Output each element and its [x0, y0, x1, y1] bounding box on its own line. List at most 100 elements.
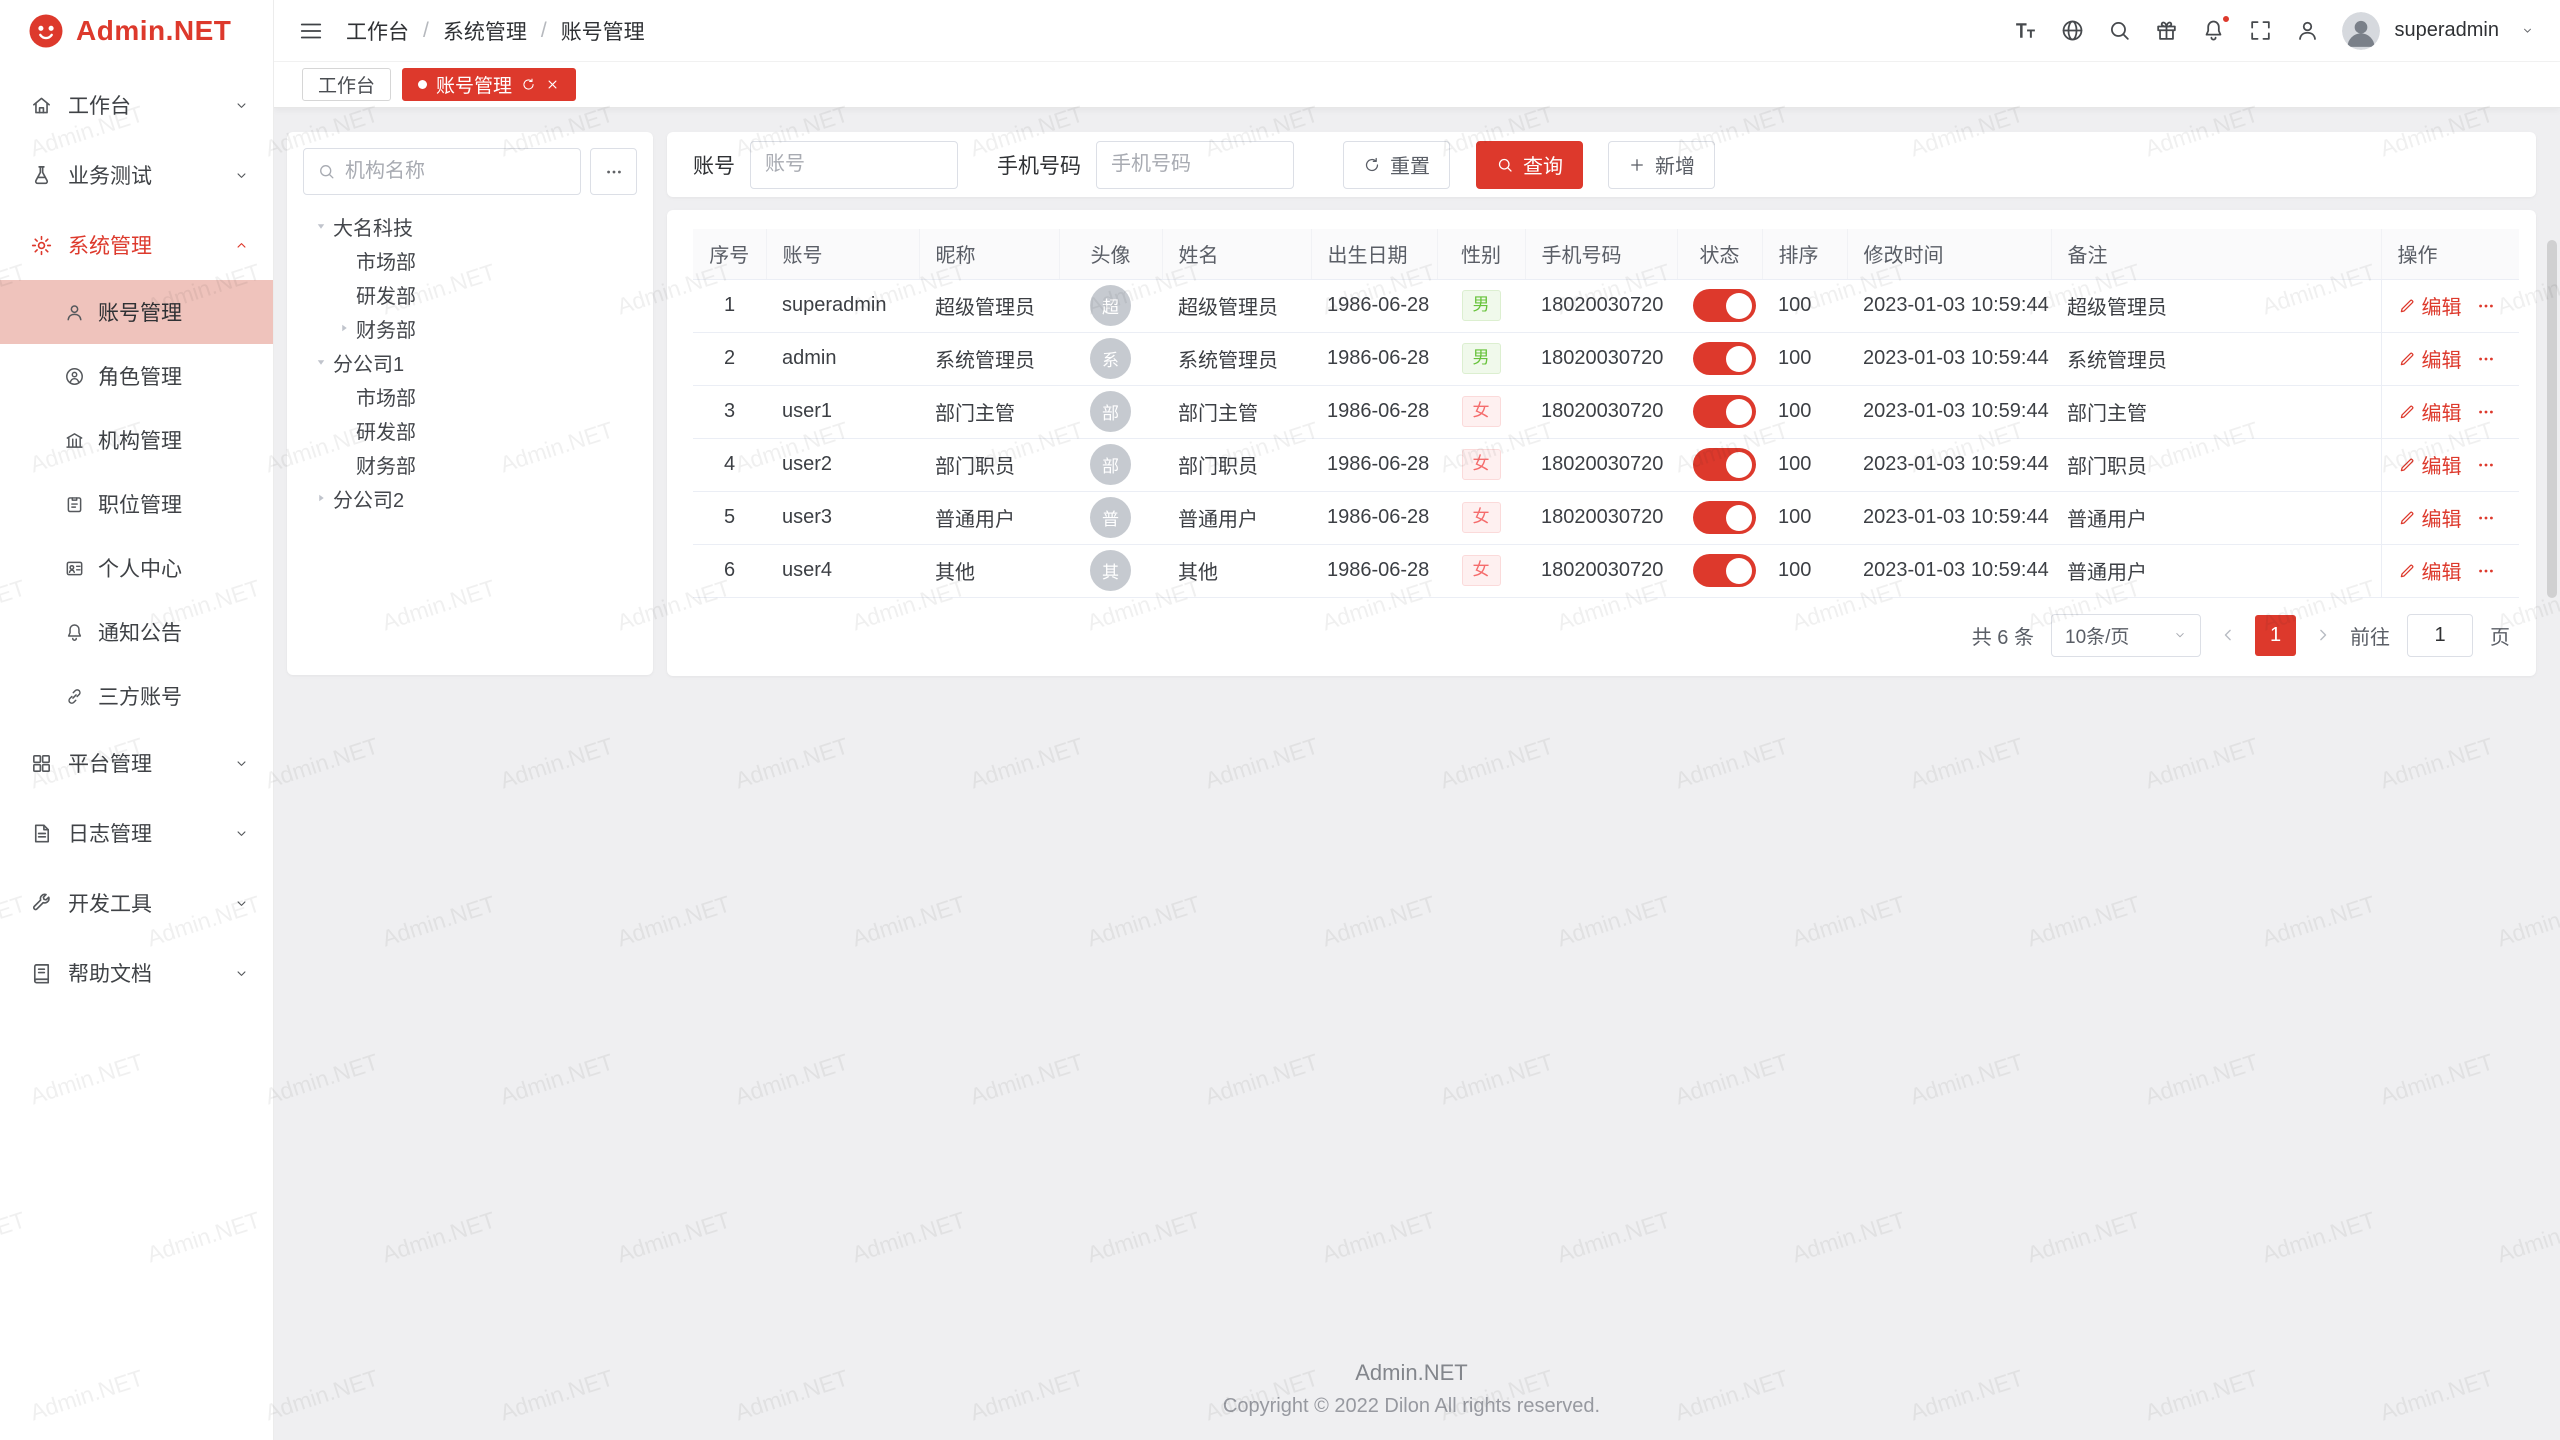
- chevup-icon: [234, 238, 249, 253]
- edit-button[interactable]: 编辑: [2398, 397, 2462, 426]
- font-size-icon[interactable]: [2013, 18, 2038, 43]
- row-more-button[interactable]: [2476, 455, 2496, 475]
- prev-page-icon[interactable]: [2218, 625, 2238, 645]
- sidebar-subitem-4[interactable]: 个人中心: [0, 536, 273, 600]
- column-header: 性别: [1437, 229, 1525, 279]
- org-more-button[interactable]: [590, 148, 637, 195]
- caret-icon: [332, 248, 356, 272]
- row-more-button[interactable]: [2476, 561, 2496, 581]
- edit-button[interactable]: 编辑: [2398, 291, 2462, 320]
- edit-button[interactable]: 编辑: [2398, 450, 2462, 479]
- gift-icon[interactable]: [2154, 18, 2179, 43]
- sidebar-subitem-2[interactable]: 机构管理: [0, 408, 273, 472]
- chevron-down-icon: [2173, 628, 2187, 642]
- tree-node[interactable]: 市场部: [303, 243, 637, 277]
- globe-icon[interactable]: [2060, 18, 2085, 43]
- gender-badge: 女: [1462, 396, 1501, 426]
- username[interactable]: superadmin: [2394, 19, 2499, 42]
- breadcrumb-item[interactable]: 系统管理: [443, 16, 527, 46]
- account-input[interactable]: [750, 141, 958, 189]
- row-actions: 编辑: [2398, 291, 2504, 320]
- status-toggle[interactable]: [1693, 501, 1756, 534]
- org-search-input[interactable]: [345, 160, 567, 183]
- goto-page-input[interactable]: [2407, 614, 2473, 657]
- cell-gender: 女: [1437, 385, 1525, 438]
- edit-button[interactable]: 编辑: [2398, 503, 2462, 532]
- sidebar-item-6[interactable]: 帮助文档: [0, 938, 273, 1008]
- org-search-box[interactable]: [303, 148, 581, 195]
- tree-node-label: 市场部: [356, 382, 416, 411]
- page-number[interactable]: 1: [2255, 615, 2296, 656]
- edit-button[interactable]: 编辑: [2398, 344, 2462, 373]
- search-icon: [317, 162, 336, 181]
- tree-node[interactable]: 分公司1: [303, 345, 637, 379]
- row-more-button[interactable]: [2476, 508, 2496, 528]
- sidebar-subitem-0[interactable]: 账号管理: [0, 280, 273, 344]
- bell-icon[interactable]: [2201, 18, 2226, 43]
- caret-icon[interactable]: [309, 486, 333, 510]
- sidebar-subitem-1[interactable]: 角色管理: [0, 344, 273, 408]
- topbar: 工作台 / 系统管理 / 账号管理 superadmin: [274, 0, 2560, 62]
- sidebar-item-0[interactable]: 工作台: [0, 70, 273, 140]
- search-icon[interactable]: [2107, 18, 2132, 43]
- tree-node[interactable]: 财务部: [303, 311, 637, 345]
- column-header: 备注: [2051, 229, 2381, 279]
- sidebar-item-5[interactable]: 开发工具: [0, 868, 273, 938]
- cell-phone: 18020030720: [1525, 544, 1677, 597]
- status-toggle[interactable]: [1693, 448, 1756, 481]
- cell-modified: 2023-01-03 10:59:44: [1847, 385, 2051, 438]
- menu-collapse-icon[interactable]: [298, 18, 324, 44]
- fullscreen-icon[interactable]: [2248, 18, 2273, 43]
- phone-input[interactable]: [1096, 141, 1294, 189]
- add-button[interactable]: 新增: [1608, 141, 1715, 189]
- person-icon[interactable]: [2295, 18, 2320, 43]
- caret-icon[interactable]: [309, 214, 333, 238]
- next-page-icon[interactable]: [2313, 625, 2333, 645]
- sidebar-item-4[interactable]: 日志管理: [0, 798, 273, 868]
- close-icon[interactable]: [545, 77, 560, 92]
- tab-account-management[interactable]: 账号管理: [402, 68, 576, 101]
- tree-node[interactable]: 大名科技: [303, 209, 637, 243]
- edit-icon: [2398, 297, 2416, 315]
- cell-actions: 编辑: [2381, 385, 2519, 438]
- cell-gender: 男: [1437, 332, 1525, 385]
- cell-gender: 女: [1437, 438, 1525, 491]
- status-toggle[interactable]: [1693, 554, 1756, 587]
- tree-node[interactable]: 研发部: [303, 277, 637, 311]
- doc-icon: [30, 962, 53, 985]
- caret-icon[interactable]: [309, 350, 333, 374]
- status-toggle[interactable]: [1693, 342, 1756, 375]
- edit-button[interactable]: 编辑: [2398, 556, 2462, 585]
- scrollbar-thumb[interactable]: [2547, 240, 2557, 598]
- query-button[interactable]: 查询: [1476, 141, 1583, 189]
- sidebar-item-2[interactable]: 系统管理: [0, 210, 273, 280]
- tab-workbench[interactable]: 工作台: [302, 68, 391, 101]
- sidebar-subitem-3[interactable]: 职位管理: [0, 472, 273, 536]
- sidebar-subitem-6[interactable]: 三方账号: [0, 664, 273, 728]
- tree-node[interactable]: 财务部: [303, 447, 637, 481]
- role-icon: [64, 366, 85, 387]
- reset-button[interactable]: 重置: [1343, 141, 1450, 189]
- sidebar-item-3[interactable]: 平台管理: [0, 728, 273, 798]
- caret-icon[interactable]: [332, 316, 356, 340]
- status-toggle[interactable]: [1693, 289, 1756, 322]
- breadcrumb-item[interactable]: 工作台: [346, 16, 409, 46]
- row-more-button[interactable]: [2476, 349, 2496, 369]
- sidebar-subitem-5[interactable]: 通知公告: [0, 600, 273, 664]
- sidebar-item-1[interactable]: 业务测试: [0, 140, 273, 210]
- page-size-select[interactable]: 10条/页: [2051, 614, 2201, 657]
- tree-node[interactable]: 研发部: [303, 413, 637, 447]
- tree-node[interactable]: 分公司2: [303, 481, 637, 515]
- breadcrumb-separator: /: [541, 19, 547, 43]
- refresh-icon[interactable]: [521, 77, 536, 92]
- tree-node[interactable]: 市场部: [303, 379, 637, 413]
- chevron-down-icon[interactable]: [2521, 24, 2534, 37]
- user-avatar: 其: [1090, 550, 1131, 591]
- table-header-row: 序号账号昵称头像姓名出生日期性别手机号码状态排序修改时间备注操作: [693, 229, 2519, 279]
- tabbar: 工作台 账号管理: [274, 62, 2560, 108]
- row-more-button[interactable]: [2476, 296, 2496, 316]
- status-toggle[interactable]: [1693, 395, 1756, 428]
- avatar[interactable]: [2342, 12, 2380, 50]
- row-more-button[interactable]: [2476, 402, 2496, 422]
- edit-button-label: 编辑: [2422, 556, 2462, 585]
